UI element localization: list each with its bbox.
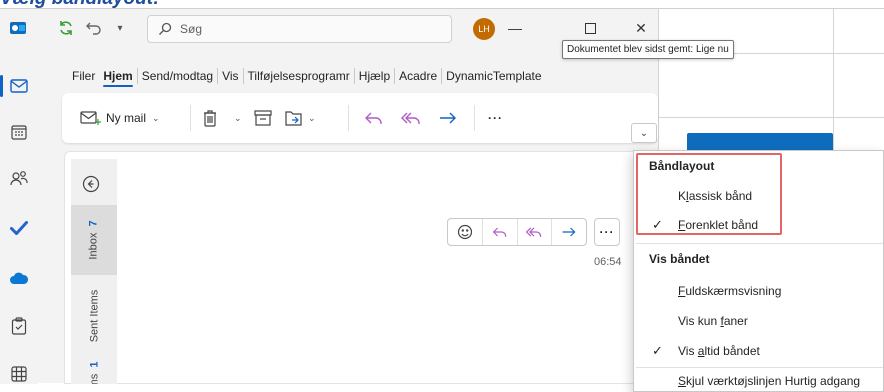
tab-file[interactable]: Filer xyxy=(68,69,99,83)
checkmark-icon: ✓ xyxy=(652,217,663,232)
move-button[interactable]: ⌄ xyxy=(284,107,316,129)
menu-text: Vis xyxy=(678,344,698,358)
menu-item-show-tabs-only[interactable]: Vis kun faner xyxy=(678,314,748,328)
panel-divider xyxy=(659,117,884,118)
menu-item-simplified-ribbon[interactable]: Forenklet bånd xyxy=(678,218,758,232)
mail-app-icon[interactable] xyxy=(0,73,32,99)
menu-text: aner xyxy=(723,314,748,328)
new-mail-dropdown-icon[interactable]: ⌄ xyxy=(152,113,160,124)
tab-send-receive[interactable]: Send/modtag xyxy=(138,69,217,83)
menu-section-ribbon-layout: Båndlayout xyxy=(649,159,715,173)
smiley-icon xyxy=(457,224,472,240)
new-mail-icon xyxy=(80,111,101,125)
people-app-icon[interactable] xyxy=(6,165,32,191)
reply-icon xyxy=(492,227,506,237)
move-icon xyxy=(285,111,302,126)
ribbon-separator xyxy=(348,105,349,131)
search-icon xyxy=(159,22,172,35)
folder-inbox[interactable]: Inbox 7 xyxy=(71,205,117,275)
folder-inbox-label: Inbox xyxy=(87,232,100,260)
ribbon-separator xyxy=(190,105,191,131)
forward-icon xyxy=(562,227,576,237)
tab-help[interactable]: Hjælp xyxy=(355,69,394,83)
menu-divider xyxy=(636,243,883,244)
outlook-logo-icon xyxy=(8,18,28,38)
undo-icon[interactable] xyxy=(84,18,104,38)
message-quick-actions xyxy=(447,218,587,246)
new-mail-label: Ny mail xyxy=(106,111,147,125)
emoji-react-button[interactable] xyxy=(448,219,483,245)
menu-text: kjul værktøjslinjen Hurtig adgang xyxy=(686,374,861,388)
simplified-ribbon: Ny mail ⌄ ⌄ ⌄ ··· xyxy=(62,93,658,143)
message-forward-button[interactable] xyxy=(552,219,586,245)
avatar[interactable]: LH xyxy=(473,18,495,40)
menu-text: K xyxy=(678,189,687,203)
menu-item-hide-quick-access[interactable]: Skjul værktøjslinjen Hurtig adgang xyxy=(678,374,860,388)
tab-addins[interactable]: Tilføjelsesprogramr xyxy=(244,69,354,83)
folder-inbox-count: 7 xyxy=(87,220,100,227)
apps-icon[interactable] xyxy=(6,361,32,387)
calendar-app-icon[interactable] xyxy=(6,119,32,145)
menu-text: assisk bånd xyxy=(688,189,753,203)
ribbon-options-menu: Båndlayout Klassisk bånd ✓ Forenklet bån… xyxy=(633,150,884,392)
tab-home[interactable]: Hjem xyxy=(99,69,136,87)
checkmark-icon: ✓ xyxy=(652,343,663,358)
app-rail xyxy=(0,47,38,384)
message-reply-all-button[interactable] xyxy=(518,219,553,245)
sync-icon[interactable] xyxy=(56,18,76,38)
menu-accesskey: S xyxy=(678,374,687,388)
delete-dropdown-icon[interactable]: ⌄ xyxy=(234,107,242,129)
search-box[interactable]: Søg xyxy=(147,15,452,43)
folder-partial-count: 1 xyxy=(87,361,100,368)
menu-item-fullscreen[interactable]: Fuldskærmsvisning xyxy=(678,284,781,298)
outlook-window: ▾ Søg LH — ✕ Filer Hjem Send/modtag Vis … xyxy=(0,8,884,392)
menu-text: Vis kun xyxy=(678,314,721,328)
menu-section-show-ribbon: Vis båndet xyxy=(649,252,710,266)
folder-sent-items[interactable]: Sent Items xyxy=(71,277,117,355)
todo-app-icon[interactable] xyxy=(6,215,32,241)
delete-icon xyxy=(204,110,216,127)
folder-partial[interactable]: ms 1 xyxy=(71,357,117,384)
message-time: 06:54 xyxy=(594,256,622,268)
maximize-icon[interactable] xyxy=(578,17,602,39)
tab-view[interactable]: Vis xyxy=(218,69,242,83)
tasks-app-icon[interactable] xyxy=(6,313,32,339)
message-more-button[interactable]: ··· xyxy=(594,218,620,246)
tab-dynamictemplate[interactable]: DynamicTemplate xyxy=(442,69,545,83)
expand-folder-pane-icon[interactable] xyxy=(80,173,102,195)
search-placeholder: Søg xyxy=(180,22,203,36)
ribbon-more-button[interactable]: ··· xyxy=(488,107,503,129)
reply-all-icon xyxy=(401,112,420,124)
save-status-tooltip: Dokumentet blev sidst gemt: Lige nu xyxy=(562,40,734,59)
archive-icon xyxy=(254,110,272,126)
ribbon-display-options-button[interactable]: ⌄ xyxy=(631,123,657,143)
onedrive-app-icon[interactable] xyxy=(6,265,32,291)
mail-content-area xyxy=(64,151,658,384)
menu-text: ltid båndet xyxy=(704,344,760,358)
archive-button[interactable] xyxy=(254,107,272,129)
folder-partial-label: ms xyxy=(87,373,100,384)
menu-text: orenklet bånd xyxy=(685,218,759,232)
menu-text: uldskærmsvisning xyxy=(685,284,782,298)
customize-qat-icon[interactable]: ▾ xyxy=(112,18,128,38)
menu-divider xyxy=(636,367,883,368)
message-reply-button[interactable] xyxy=(483,219,518,245)
close-icon[interactable]: ✕ xyxy=(629,17,653,39)
delete-button[interactable] xyxy=(202,107,218,129)
menu-item-classic-ribbon[interactable]: Klassisk bånd xyxy=(678,189,752,203)
menu-item-always-show-ribbon[interactable]: Vis altid båndet xyxy=(678,344,760,358)
ribbon-separator xyxy=(474,105,475,131)
ribbon-tabs: Filer Hjem Send/modtag Vis Tilføjelsespr… xyxy=(68,66,546,87)
move-dropdown-icon[interactable]: ⌄ xyxy=(308,113,316,124)
minimize-icon[interactable]: — xyxy=(503,17,527,39)
reply-button[interactable] xyxy=(364,107,384,129)
new-mail-button[interactable]: Ny mail ⌄ xyxy=(80,107,160,129)
reply-all-icon xyxy=(526,227,542,237)
folder-sent-label: Sent Items xyxy=(88,289,101,343)
forward-icon xyxy=(440,112,456,124)
reply-all-button[interactable] xyxy=(400,107,422,129)
forward-button[interactable] xyxy=(438,107,458,129)
reply-icon xyxy=(365,112,382,124)
tab-acadre[interactable]: Acadre xyxy=(395,69,441,83)
